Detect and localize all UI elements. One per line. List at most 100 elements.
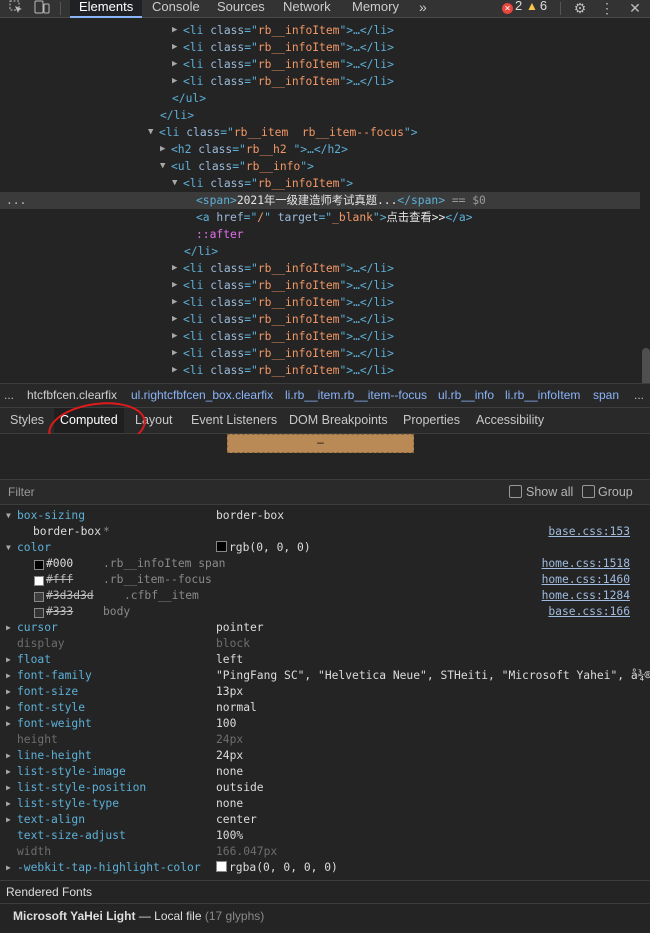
box-model-content[interactable]: – <box>227 434 414 453</box>
computed-property[interactable]: ▶ text-align center <box>0 812 640 828</box>
source-link[interactable]: home.css:1460 <box>542 572 630 588</box>
color-swatch[interactable] <box>34 560 44 570</box>
elements-tree[interactable]: ▶ <li class="rb__infoItem">…</li> ▶ <li cla… <box>0 18 640 380</box>
inspect-element-icon[interactable] <box>8 0 24 17</box>
breadcrumb-ellipsis-right[interactable]: ... <box>634 384 644 407</box>
computed-property[interactable]: ▶ cursor pointer <box>0 620 640 636</box>
breadcrumb-item[interactable]: li.rb__infoItem <box>505 384 580 407</box>
breadcrumb-item[interactable]: li.rb__item.rb__item--focus <box>285 384 427 407</box>
source-link[interactable]: home.css:1284 <box>542 588 630 604</box>
computed-property[interactable]: ▶ font-weight 100 <box>0 716 640 732</box>
gear-icon[interactable]: ⚙ <box>572 0 588 17</box>
dom-node[interactable]: ▶ <li class="rb__infoItem">…</li> <box>0 345 640 362</box>
color-swatch[interactable] <box>34 592 44 602</box>
dom-node[interactable]: ▶ <li class="rb__infoItem">…</li> <box>0 311 640 328</box>
dom-node[interactable]: ▶ <li class="rb__infoItem">…</li> <box>0 39 640 56</box>
collapsed-arrow-icon[interactable]: ▶ <box>172 277 177 294</box>
collapsed-arrow-icon[interactable]: ▶ <box>6 780 11 796</box>
collapsed-arrow-icon[interactable]: ▶ <box>6 716 11 732</box>
dom-node[interactable]: ▼ <li class="rb__item rb__item--focus"> <box>0 124 640 141</box>
error-counter[interactable]: ✕ 2 <box>502 0 522 15</box>
collapsed-arrow-icon[interactable]: ▶ <box>172 260 177 277</box>
dom-node[interactable]: ▶ <h2 class="rb__h2 ">…</h2> <box>0 141 640 158</box>
more-tabs-button[interactable]: » <box>410 0 436 17</box>
collapsed-arrow-icon[interactable]: ▶ <box>172 56 177 73</box>
collapsed-arrow-icon[interactable]: ▶ <box>160 141 165 158</box>
kebab-menu-icon[interactable]: ⋮ <box>600 0 614 17</box>
computed-property[interactable]: ▶ list-style-position outside <box>0 780 640 796</box>
collapsed-arrow-icon[interactable]: ▶ <box>6 748 11 764</box>
collapsed-arrow-icon[interactable]: ▶ <box>6 812 11 828</box>
collapsed-arrow-icon[interactable]: ▶ <box>6 684 11 700</box>
tab-properties[interactable]: Properties <box>403 408 460 433</box>
dom-node[interactable]: ▶ <li class="rb__infoItem">…</li> <box>0 294 640 311</box>
dom-node[interactable]: </ul> <box>0 90 640 107</box>
node-menu-ellipsis[interactable]: ... <box>6 192 26 209</box>
breadcrumb-item[interactable]: span <box>593 384 619 407</box>
dom-node[interactable]: </li> <box>0 243 640 260</box>
collapsed-arrow-icon[interactable]: ▶ <box>172 345 177 362</box>
dom-node[interactable]: ▶ <li class="rb__infoItem">…</li> <box>0 73 640 90</box>
tab-elements[interactable]: Elements <box>70 0 143 18</box>
expanded-arrow-icon[interactable]: ▼ <box>6 540 11 556</box>
tab-accessibility[interactable]: Accessibility <box>476 408 544 433</box>
computed-property[interactable]: width 166.047px <box>0 844 640 860</box>
close-icon[interactable]: ✕ <box>627 0 643 17</box>
dom-node[interactable]: ▼ <ul class="rb__info"> <box>0 158 640 175</box>
collapsed-arrow-icon[interactable]: ▶ <box>172 362 177 379</box>
source-link[interactable]: base.css:153 <box>548 524 630 540</box>
color-swatch[interactable] <box>34 608 44 618</box>
computed-property[interactable]: ▶ font-style normal <box>0 700 640 716</box>
collapsed-arrow-icon[interactable]: ▶ <box>6 620 11 636</box>
dom-node[interactable]: ▼ <li class="rb__infoItem"> <box>0 175 640 192</box>
filter-input[interactable]: Filter <box>8 480 35 504</box>
tab-sources[interactable]: Sources <box>208 0 274 17</box>
expanded-arrow-icon[interactable]: ▼ <box>148 124 153 141</box>
dom-node[interactable]: ▶ <li class="rb__infoItem">…</li> <box>0 277 640 294</box>
expanded-arrow-icon[interactable]: ▼ <box>160 158 165 175</box>
source-link[interactable]: home.css:1518 <box>542 556 630 572</box>
computed-property[interactable]: display block <box>0 636 640 652</box>
color-swatch[interactable] <box>216 861 227 872</box>
collapsed-arrow-icon[interactable]: ▶ <box>6 700 11 716</box>
computed-property[interactable]: height 24px <box>0 732 640 748</box>
warning-counter[interactable]: ▲ 6 <box>526 0 547 15</box>
tab-console[interactable]: Console <box>143 0 209 17</box>
breadcrumb-ellipsis-left[interactable]: ... <box>4 384 14 407</box>
computed-property[interactable]: ▶ -webkit-tap-highlight-color rgba(0, 0, 0… <box>0 860 640 876</box>
color-swatch[interactable] <box>216 541 227 552</box>
tab-network[interactable]: Network <box>274 0 340 17</box>
dom-node[interactable]: ::after <box>0 226 640 243</box>
collapsed-arrow-icon[interactable]: ▶ <box>172 328 177 345</box>
dom-node[interactable]: </li> <box>0 107 640 124</box>
collapsed-arrow-icon[interactable]: ▶ <box>172 311 177 328</box>
collapsed-arrow-icon[interactable]: ▶ <box>6 860 11 876</box>
tab-memory[interactable]: Memory <box>343 0 408 17</box>
tab-styles[interactable]: Styles <box>10 408 44 433</box>
expanded-arrow-icon[interactable]: ▼ <box>172 175 177 192</box>
collapsed-arrow-icon[interactable]: ▶ <box>172 22 177 39</box>
computed-property[interactable]: ▶ font-family "PingFang SC", "Helvetica Ne… <box>0 668 650 684</box>
group-checkbox[interactable] <box>582 485 595 498</box>
computed-property[interactable]: ▼ box-sizing border-box <box>0 508 640 524</box>
expanded-arrow-icon[interactable]: ▼ <box>6 508 11 524</box>
computed-property[interactable]: ▶ float left <box>0 652 640 668</box>
collapsed-arrow-icon[interactable]: ▶ <box>6 652 11 668</box>
show-all-checkbox[interactable] <box>509 485 522 498</box>
collapsed-arrow-icon[interactable]: ▶ <box>172 39 177 56</box>
collapsed-arrow-icon[interactable]: ▶ <box>172 294 177 311</box>
computed-property[interactable]: text-size-adjust 100% <box>0 828 640 844</box>
computed-property[interactable]: ▶ list-style-type none <box>0 796 640 812</box>
selected-dom-node[interactable]: ... <span>2021年一级建造师考试真题...</span> == $0 <box>0 192 640 209</box>
dom-node[interactable]: ▶ <li class="rb__infoItem">…</li> <box>0 362 640 379</box>
breadcrumb-item[interactable]: ul.rightcfbfcen_box.clearfix <box>131 384 273 407</box>
collapsed-arrow-icon[interactable]: ▶ <box>6 764 11 780</box>
dom-node[interactable]: <a href="/" target="_blank">点击查看>></a> <box>0 209 640 226</box>
computed-property[interactable]: ▼ color rgb(0, 0, 0) <box>0 540 640 556</box>
computed-property[interactable]: ▶ font-size 13px <box>0 684 640 700</box>
dom-node[interactable]: ▶ <li class="rb__infoItem">…</li> <box>0 328 640 345</box>
collapsed-arrow-icon[interactable]: ▶ <box>6 796 11 812</box>
dom-node[interactable]: ▶ <li class="rb__infoItem">…</li> <box>0 22 640 39</box>
device-toolbar-icon[interactable] <box>33 0 51 17</box>
computed-property[interactable]: ▶ line-height 24px <box>0 748 640 764</box>
